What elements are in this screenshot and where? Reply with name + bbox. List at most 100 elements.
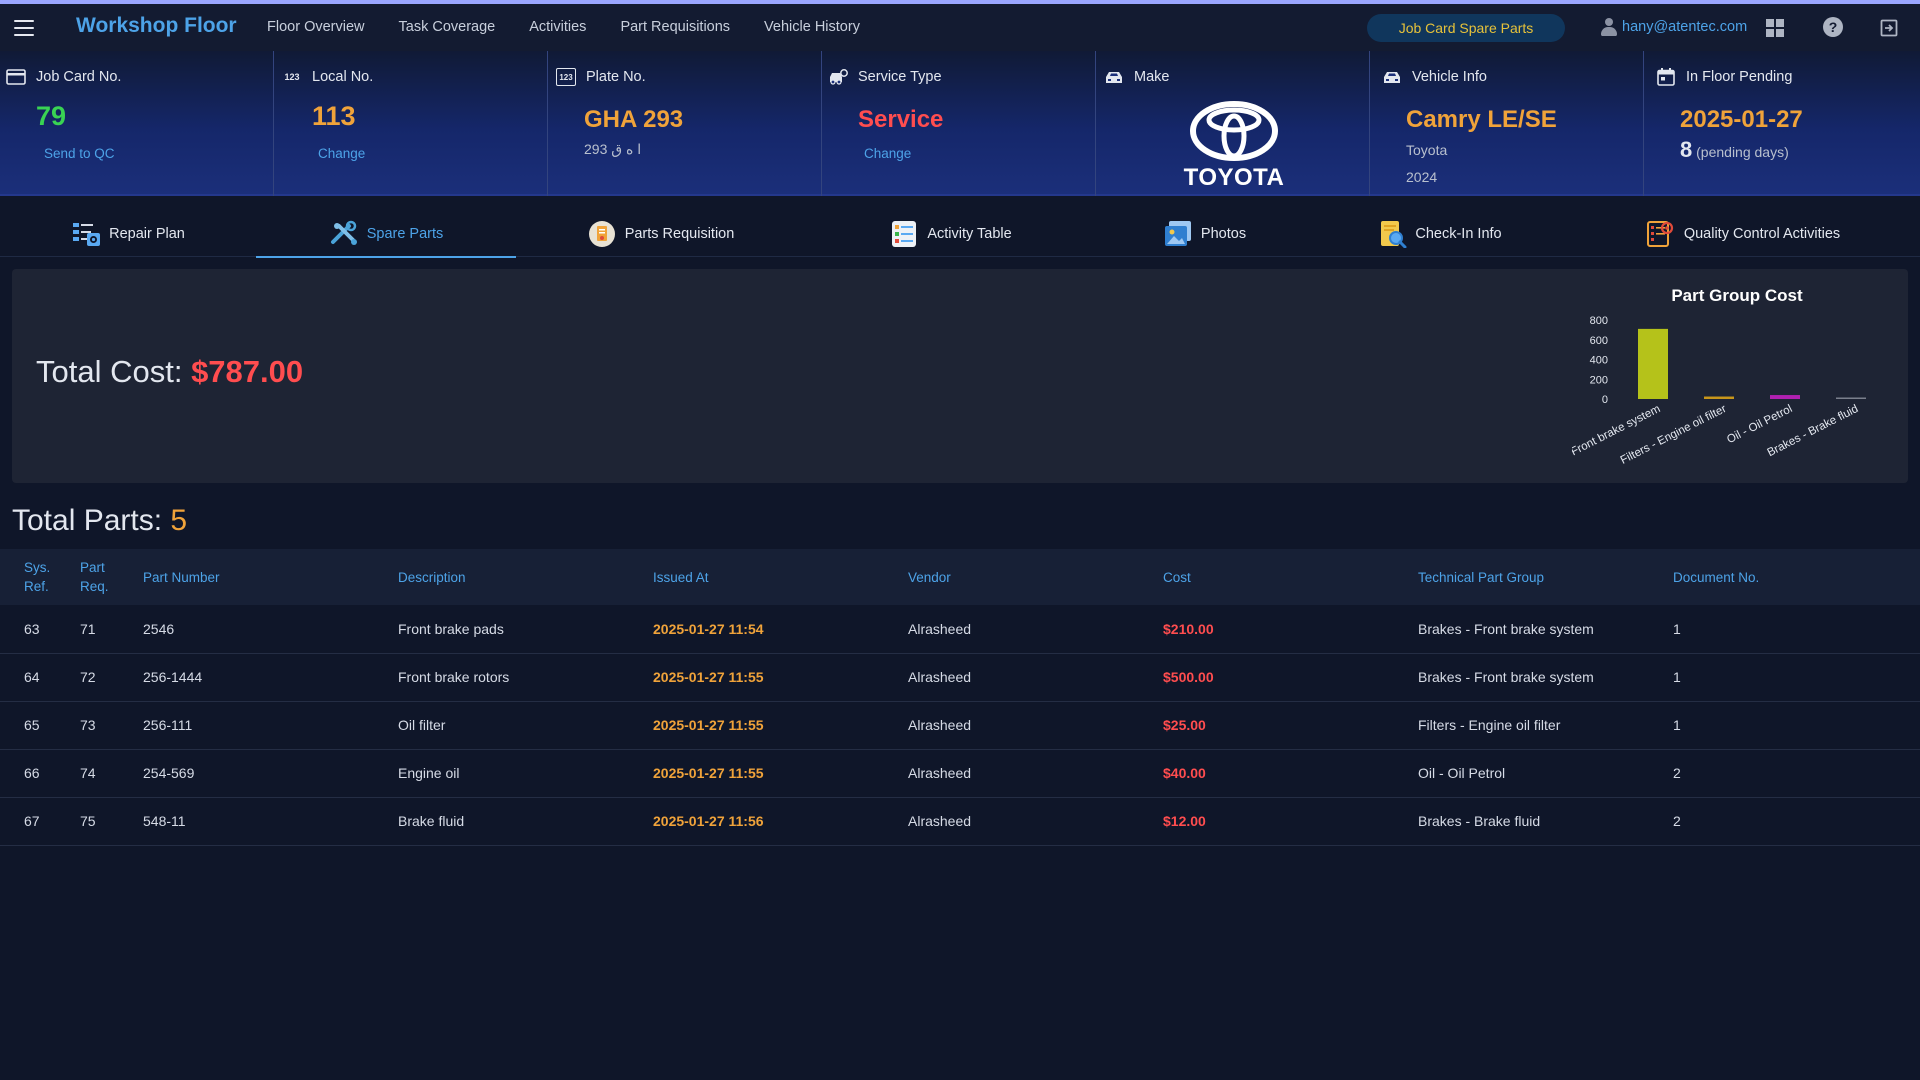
total-parts-count: 5 (170, 504, 188, 537)
nav-link-part-requisitions[interactable]: Part Requisitions (620, 19, 730, 35)
total-parts-label: Total Parts: (12, 504, 171, 537)
chart-bar[interactable] (1704, 396, 1734, 399)
brand-title[interactable]: Workshop Floor (76, 14, 237, 38)
total-cost: Total Cost: $787.00 (36, 354, 303, 390)
cell-part-number: 254-569 (119, 749, 374, 798)
cell-description: Front brake rotors (374, 653, 629, 702)
cell-sys-ref: 64 (0, 653, 56, 702)
card-service-type: Service Type Service Change (822, 51, 1096, 196)
job-card-tabs: Repair Plan Spare Parts Parts Requisitio… (0, 210, 1920, 258)
cell-technical-part-group: Filters - Engine oil filter (1394, 701, 1649, 750)
service-type-value: Service (858, 106, 944, 133)
cell-part-req: 75 (56, 797, 119, 846)
tab-activity-table[interactable]: Activity Table (805, 210, 1096, 257)
column-header-part-number[interactable]: Part Number (119, 549, 374, 605)
card-icon (6, 69, 26, 85)
tab-quality-control-activities[interactable]: Quality Control Activities (1566, 210, 1920, 257)
table-row[interactable]: 67 75 548-11 Brake fluid 2025-01-27 11:56 Alr… (0, 797, 1920, 846)
user-email[interactable]: hany@atentec.com (1622, 19, 1747, 35)
tab-label: Activity Table (927, 225, 1012, 242)
cell-part-number: 256-1444 (119, 653, 374, 702)
logout-icon[interactable] (1880, 19, 1898, 37)
cell-issued-at: 2025-01-27 11:55 (629, 749, 884, 798)
chart-bar[interactable] (1770, 395, 1800, 399)
total-cost-value: $787.00 (191, 354, 304, 389)
column-header-issued-at[interactable]: Issued At (629, 549, 884, 605)
total-cost-label: Total Cost: (36, 354, 192, 389)
column-header-text: Technical Part Group (1418, 569, 1545, 585)
table-row[interactable]: 63 71 2546 Front brake pads 2025-01-27 11:54… (0, 605, 1920, 654)
cell-sys-ref: 67 (0, 797, 56, 846)
grid-icon[interactable] (1766, 19, 1784, 37)
cell-cost: $12.00 (1139, 797, 1394, 846)
column-header-text: Part Number (143, 569, 220, 585)
table-row[interactable]: 64 72 256-1444 Front brake rotors 2025-01-27… (0, 653, 1920, 702)
help-icon[interactable]: ? (1823, 17, 1843, 37)
tab-spare-parts[interactable]: Spare Parts (256, 210, 516, 258)
cell-sys-ref: 65 (0, 701, 56, 750)
plate-icon: 123 (556, 68, 576, 86)
cell-part-number: 2546 (119, 605, 374, 654)
tab-parts-requisition[interactable]: Parts Requisition (516, 210, 805, 257)
cell-description: Front brake pads (374, 605, 629, 654)
cell-technical-part-group: Brakes - Front brake system (1394, 653, 1649, 702)
cell-technical-part-group: Oil - Oil Petrol (1394, 749, 1649, 798)
cell-part-number: 256-111 (119, 701, 374, 750)
tab-photos[interactable]: Photos (1096, 210, 1313, 257)
card-label: Make (1134, 69, 1170, 85)
chart-bar[interactable] (1836, 397, 1866, 400)
change-local-no-link[interactable]: Change (318, 146, 365, 161)
cell-vendor: Alrasheed (884, 605, 1139, 654)
change-service-type-link[interactable]: Change (864, 146, 911, 161)
cell-cost: $25.00 (1139, 701, 1394, 750)
cell-vendor: Alrasheed (884, 749, 1139, 798)
cell-cost: $40.00 (1139, 749, 1394, 798)
job-card-summary: Job Card No. 79 Send to QC 123 Local No.… (0, 51, 1920, 196)
nav-link-task-coverage[interactable]: Task Coverage (399, 19, 496, 35)
cell-issued-at: 2025-01-27 11:54 (629, 605, 884, 654)
photos-icon (1164, 220, 1191, 246)
card-label: In Floor Pending (1686, 69, 1793, 85)
card-in-floor-pending: In Floor Pending 2025-01-27 8 (pending d… (1644, 51, 1920, 196)
card-label: Vehicle Info (1412, 69, 1487, 85)
check-in-info-icon (1381, 220, 1407, 248)
cell-document-no: 1 (1649, 605, 1920, 654)
current-page-pill[interactable]: Job Card Spare Parts (1367, 14, 1565, 42)
chart-title: Part Group Cost (1671, 286, 1803, 305)
plate-icon-text: 123 (559, 72, 573, 82)
column-header-text: Issued At (653, 569, 709, 585)
user-menu[interactable]: hany@atentec.com (1600, 17, 1747, 37)
nav-link-vehicle-history[interactable]: Vehicle History (764, 19, 860, 35)
menu-icon[interactable] (14, 20, 34, 36)
cell-sys-ref: 63 (0, 605, 56, 654)
in-floor-date: 2025-01-27 (1680, 106, 1803, 133)
column-header-part-req[interactable]: Part Req. (56, 549, 119, 605)
tab-check-in-info[interactable]: Check-In Info (1313, 210, 1566, 257)
column-header-cost[interactable]: Cost (1139, 549, 1394, 605)
cell-cost: $500.00 (1139, 653, 1394, 702)
cell-issued-at: 2025-01-27 11:55 (629, 701, 884, 750)
total-parts: Total Parts: 5 (12, 504, 187, 538)
table-row[interactable]: 66 74 254-569 Engine oil 2025-01-27 11:55 Alr… (0, 749, 1920, 798)
cell-description: Oil filter (374, 701, 629, 750)
local-number: 113 (312, 101, 356, 131)
send-to-qc-link[interactable]: Send to QC (44, 146, 115, 161)
column-header-text: Document No. (1673, 569, 1760, 585)
column-header-technical-part-group[interactable]: Technical Part Group (1394, 549, 1649, 605)
tab-label: Photos (1200, 225, 1247, 242)
table-body: 63 71 2546 Front brake pads 2025-01-27 11:54… (0, 605, 1920, 846)
tab-repair-plan[interactable]: Repair Plan (0, 210, 256, 257)
y-tick-label: 400 (1590, 355, 1608, 367)
nav-link-activities[interactable]: Activities (529, 19, 586, 35)
cell-part-req: 71 (56, 605, 119, 654)
cell-technical-part-group: Brakes - Front brake system (1394, 605, 1649, 654)
chart-bar[interactable] (1638, 328, 1668, 399)
column-header-description[interactable]: Description (374, 549, 629, 605)
column-header-sys-ref[interactable]: Sys. Ref. (0, 549, 56, 605)
column-header-document-no[interactable]: Document No. (1649, 549, 1920, 605)
car-service-icon (830, 69, 848, 85)
column-header-vendor[interactable]: Vendor (884, 549, 1139, 605)
cell-vendor: Alrasheed (884, 797, 1139, 846)
nav-link-floor-overview[interactable]: Floor Overview (267, 19, 365, 35)
table-row[interactable]: 65 73 256-111 Oil filter 2025-01-27 11:55 Alr… (0, 701, 1920, 750)
